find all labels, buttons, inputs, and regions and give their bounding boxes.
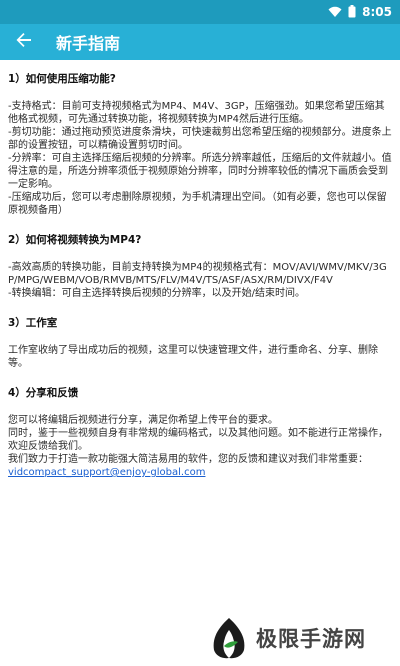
paragraph: 同时，鉴于一些视频自身有非常规的编码格式，以及其他问题。如不能进行正常操作，欢迎… [8,428,388,452]
guide-content: 1）如何使用压缩功能? -支持格式：目前可支持视频格式为MP4、M4V、3GP，… [8,72,392,479]
paragraph: -转换编辑：可自主选择转换后视频的分辨率，以及开始/结束时间。 [8,288,305,299]
status-time: 8:05 [362,5,392,19]
page-title: 新手指南 [56,34,121,53]
paragraph: 工作室收纳了导出成功后的视频，这里可以快速管理文件，进行重命名、分享、删除等。 [8,345,378,369]
support-email-link[interactable]: vidcompact_support@enjoy-global.com [8,467,205,478]
section-compress: 1）如何使用压缩功能? -支持格式：目前可支持视频格式为MP4、M4V、3GP，… [8,72,392,217]
section-title: 3）工作室 [8,317,58,329]
paragraph: 您可以将编辑后视频进行分享，满足你希望上传平台的要求。 [8,415,278,426]
wifi-icon [328,3,342,22]
section-convert: 2）如何将视频转换为MP4? -高效高质的转换功能，目前支持转换为MP4的视频格… [8,233,392,300]
back-arrow-icon [16,32,32,52]
paragraph: -支持格式：目前可支持视频格式为MP4、M4V、3GP，压缩强劲。如果您希望压缩… [8,101,385,125]
paragraph: -分辨率：可自主选择压缩后视频的分辨率。所选分辨率越低，压缩后的文件就越小。值得… [8,153,392,190]
paragraph: 我们致力于打造一款功能强大简洁易用的软件，您的反馈和建议对我们非常重要： [8,454,368,465]
section-title: 1）如何使用压缩功能? [8,73,116,85]
paragraph: -高效高质的转换功能，目前支持转换为MP4的视频格式有：MOV/AVI/WMV/… [8,262,387,286]
back-button[interactable] [0,24,48,60]
watermark: 极限手游网 [208,616,388,660]
section-title: 4）分享和反馈 [8,387,79,399]
watermark-text: 极限手游网 [256,627,366,651]
status-bar: 8:05 [0,0,400,24]
paragraph: -压缩成功后，您可以考虑删除原视频，为手机清理出空间。（如有必要，您也可以保留原… [8,192,387,216]
status-icons: 8:05 [328,3,392,21]
battery-icon [348,3,356,22]
section-studio: 3）工作室 工作室收纳了导出成功后的视频，这里可以快速管理文件，进行重命名、分享… [8,316,392,370]
paragraph: -剪切功能：通过拖动预览进度条滑块，可快速裁剪出您希望压缩的视频部分。进度条上部… [8,127,392,151]
section-share-feedback: 4）分享和反馈 您可以将编辑后视频进行分享，满足你希望上传平台的要求。 同时，鉴… [8,386,392,479]
watermark-logo-icon [208,616,250,660]
section-title: 2）如何将视频转换为MP4? [8,234,142,246]
app-bar: 新手指南 [0,24,400,60]
